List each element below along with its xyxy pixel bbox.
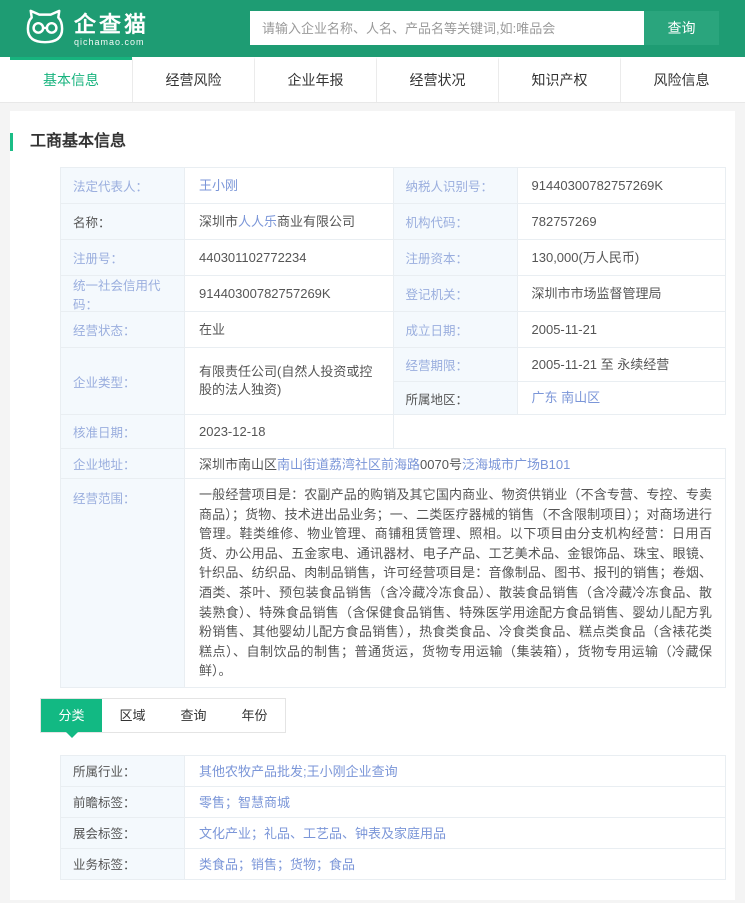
qichamao-logo[interactable]: 企查猫 qichamao.com <box>24 8 149 51</box>
field-label: 机构代码： <box>393 204 518 240</box>
tab-intellectual-property[interactable]: 知识产权 <box>498 57 620 102</box>
field-label: 纳税人识别号： <box>393 168 518 204</box>
row-company-address: 企业地址： 深圳市南山区 南山街道荔湾社区前海路 0070号 泛海城市广场B101 <box>60 448 726 479</box>
field-label: 注册资本： <box>393 240 518 276</box>
exhibition-tags-link[interactable]: 文化产业；礼品、工艺品、钟表及家庭用品 <box>199 823 446 842</box>
qianzhan-tags-link[interactable]: 零售；智慧商城 <box>199 792 290 811</box>
row-taxpayer-id: 纳税人识别号： 91440300782757269K <box>393 168 726 204</box>
name-suffix: 商业有限公司 <box>277 213 356 229</box>
field-label: 法定代表人： <box>61 168 185 204</box>
tab-operation-risk[interactable]: 经营风险 <box>132 57 254 102</box>
industry-link[interactable]: 其他农牧产品批发;王小刚企业查询 <box>199 761 398 780</box>
field-value: 在业 <box>185 312 394 348</box>
row-qianzhan-tags: 前瞻标签： 零售；智慧商城 <box>61 786 725 818</box>
field-label: 企业地址： <box>61 449 185 479</box>
field-value: 2005-11-21 <box>517 312 726 348</box>
field-label: 名称： <box>61 204 185 240</box>
field-value: 130,000(万人民币) <box>517 240 726 276</box>
field-label: 成立日期： <box>393 312 518 348</box>
business-scope-text: 一般经营项目是：农副产品的购销及其它国内商业、物资供销业（不含专营、专控、专卖商… <box>185 479 726 688</box>
cat-logo-icon <box>24 8 66 51</box>
address-part: 深圳市南山区 <box>199 457 278 472</box>
field-label: 企业类型： <box>61 348 185 415</box>
tab-basic-info[interactable]: 基本信息 <box>10 57 132 102</box>
active-subtab-pointer <box>65 731 78 738</box>
field-value: 782757269 <box>517 204 726 240</box>
search-button[interactable]: 查询 <box>644 11 719 45</box>
row-region: 所属地区： 广东 南山区 <box>393 382 726 415</box>
subtab-year[interactable]: 年份 <box>224 699 285 732</box>
business-info-card: 工商基本信息 法定代表人： 王小刚 名称： 深圳市 人人乐 商业有限公司 注册号： … <box>10 111 735 900</box>
row-industry: 所属行业： 其他农牧产品批发;王小刚企业查询 <box>61 755 725 787</box>
field-value: 有限责任公司(自然人投资或控股的法人独资) <box>185 348 394 415</box>
field-label: 所属行业： <box>61 755 185 786</box>
field-value: 深圳市市场监督管理局 <box>517 276 726 312</box>
field-label: 前瞻标签： <box>61 786 185 817</box>
field-label: 经营范围： <box>61 479 185 688</box>
field-label: 展会标签： <box>61 817 185 848</box>
info-right-column: 纳税人识别号： 91440300782757269K 机构代码： 7827572… <box>393 168 726 448</box>
row-registration-number: 注册号： 440301102772234 <box>61 240 394 276</box>
field-label: 经营期限： <box>393 348 518 382</box>
field-label: 注册号： <box>61 240 185 276</box>
row-company-type: 企业类型： 有限责任公司(自然人投资或控股的法人独资) <box>61 348 394 415</box>
subtab-category[interactable]: 分类 <box>41 698 102 738</box>
logo-title: 企查猫 <box>74 11 150 37</box>
search-bar: 查询 <box>250 11 719 45</box>
address-street-link[interactable]: 南山街道荔湾社区前海路 <box>277 454 420 473</box>
tab-operation-status[interactable]: 经营状况 <box>376 57 498 102</box>
subtab-label: 分类 <box>58 707 85 723</box>
row-approval-date: 核准日期： 2023-12-18 <box>61 415 394 448</box>
row-operation-state: 经营状态： 在业 <box>61 312 394 348</box>
business-tags-link[interactable]: 类食品；销售；货物；食品 <box>199 854 355 873</box>
name-prefix: 深圳市 <box>199 213 239 229</box>
field-value: 91440300782757269K <box>185 276 394 312</box>
row-business-scope: 经营范围： 一般经营项目是：农副产品的购销及其它国内商业、物资供销业（不含专营、… <box>60 479 726 688</box>
field-label: 统一社会信用代码： <box>61 276 185 312</box>
subtab-region[interactable]: 区域 <box>102 699 163 732</box>
address-part: 0070号 <box>420 457 462 472</box>
field-label: 所属地区： <box>393 382 518 415</box>
basic-info-table: 法定代表人： 王小刚 名称： 深圳市 人人乐 商业有限公司 注册号： 4403011… <box>60 167 726 448</box>
row-established-date: 成立日期： 2005-11-21 <box>393 312 726 348</box>
row-registered-capital: 注册资本： 130,000(万人民币) <box>393 240 726 276</box>
field-value: 91440300782757269K <box>517 168 726 204</box>
tags-table: 所属行业： 其他农牧产品批发;王小刚企业查询 前瞻标签： 零售；智慧商城 展会标… <box>60 754 726 880</box>
legal-representative-link[interactable]: 王小刚 <box>199 177 238 195</box>
logo-domain: qichamao.com <box>74 36 145 47</box>
filter-tab-bar: 分类 区域 查询 年份 <box>40 697 286 738</box>
company-name-link[interactable]: 人人乐 <box>238 213 277 231</box>
field-label: 核准日期： <box>61 415 185 448</box>
field-value: 2005-11-21 至 永续经营 <box>517 348 726 382</box>
subtab-query[interactable]: 查询 <box>163 699 224 732</box>
field-label: 经营状态： <box>61 312 185 348</box>
field-label: 业务标签： <box>61 848 185 879</box>
address-plaza-link[interactable]: 泛海城市广场B101 <box>462 454 570 473</box>
field-value: 2023-12-18 <box>185 415 394 448</box>
section-tab-bar: 基本信息 经营风险 企业年报 经营状况 知识产权 风险信息 <box>0 57 745 103</box>
row-credit-code: 统一社会信用代码： 91440300782757269K <box>61 276 394 312</box>
row-registration-authority: 登记机关： 深圳市市场监督管理局 <box>393 276 726 312</box>
region-link[interactable]: 广东 南山区 <box>532 389 601 407</box>
page-title: 工商基本信息 <box>10 133 715 151</box>
info-left-column: 法定代表人： 王小刚 名称： 深圳市 人人乐 商业有限公司 注册号： 4403011… <box>61 168 394 448</box>
row-org-code: 机构代码： 782757269 <box>393 204 726 240</box>
field-value: 440301102772234 <box>185 240 394 276</box>
row-company-name: 名称： 深圳市 人人乐 商业有限公司 <box>61 204 394 240</box>
row-exhibition-tags: 展会标签： 文化产业；礼品、工艺品、钟表及家庭用品 <box>61 817 725 849</box>
tab-annual-report[interactable]: 企业年报 <box>254 57 376 102</box>
field-label: 登记机关： <box>393 276 518 312</box>
row-operation-period: 经营期限： 2005-11-21 至 永续经营 <box>393 348 726 382</box>
top-header: 企查猫 qichamao.com 查询 <box>0 0 745 57</box>
search-input[interactable] <box>250 11 644 45</box>
tab-risk-info[interactable]: 风险信息 <box>620 57 742 102</box>
row-legal-representative: 法定代表人： 王小刚 <box>61 168 394 204</box>
row-business-tags: 业务标签： 类食品；销售；货物；食品 <box>61 848 725 880</box>
